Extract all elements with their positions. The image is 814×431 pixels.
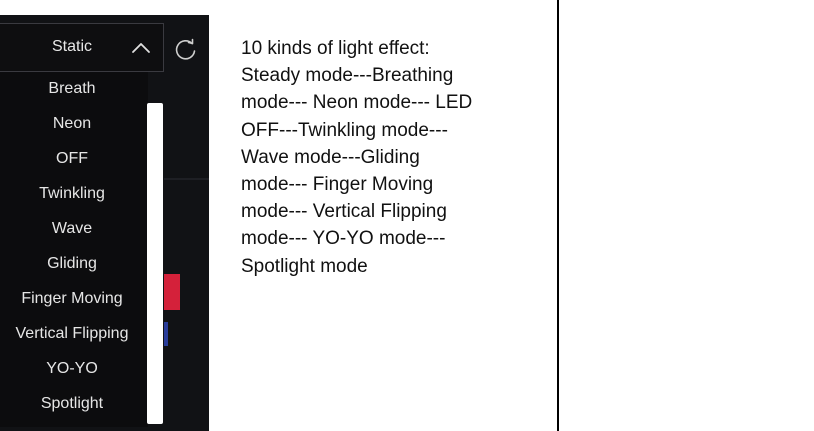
- menu-item-twinkling[interactable]: Twinkling: [0, 177, 144, 211]
- description-line: mode--- Neon mode--- LED: [241, 92, 473, 114]
- menu-item-gliding[interactable]: Gliding: [0, 247, 144, 281]
- color-swatch-red: [164, 274, 180, 310]
- panel-divider: [164, 178, 209, 180]
- column-divider: [557, 0, 559, 431]
- menu-item-finger-moving[interactable]: Finger Moving: [0, 282, 144, 316]
- menu-item-spotlight[interactable]: Spotlight: [0, 387, 144, 421]
- refresh-icon[interactable]: [173, 37, 199, 63]
- dropdown-selected-label: Static: [52, 38, 93, 55]
- description-line: mode--- YO-YO mode---: [241, 228, 446, 250]
- description-line: 10 kinds of light effect:: [241, 38, 430, 59]
- dropdown-menu: Breath Neon OFF Twinkling Wave Gliding F…: [0, 72, 148, 427]
- description-line: mode--- Finger Moving: [241, 174, 434, 196]
- description-line: OFF---Twinkling mode---: [241, 119, 448, 141]
- description-line: Wave mode---Gliding: [241, 146, 420, 168]
- description-line: mode--- Vertical Flipping: [241, 201, 447, 223]
- menu-item-wave[interactable]: Wave: [0, 212, 144, 246]
- chevron-up-icon[interactable]: [131, 40, 151, 56]
- color-swatch-blue: [164, 322, 168, 346]
- menu-item-vertical-flipping[interactable]: Vertical Flipping: [0, 317, 144, 351]
- menu-item-neon[interactable]: Neon: [0, 107, 144, 141]
- description-line: Spotlight mode: [241, 255, 368, 277]
- menu-item-off[interactable]: OFF: [0, 142, 144, 176]
- menu-item-yo-yo[interactable]: YO-YO: [0, 352, 144, 386]
- light-effect-dropdown[interactable]: Static: [0, 23, 164, 72]
- light-effect-description: 10 kinds of light effect: Steady mode---…: [241, 35, 541, 280]
- menu-scrollbar[interactable]: [147, 103, 163, 424]
- description-line: Steady mode---Breathing: [241, 65, 454, 87]
- menu-item-breath[interactable]: Breath: [0, 72, 144, 106]
